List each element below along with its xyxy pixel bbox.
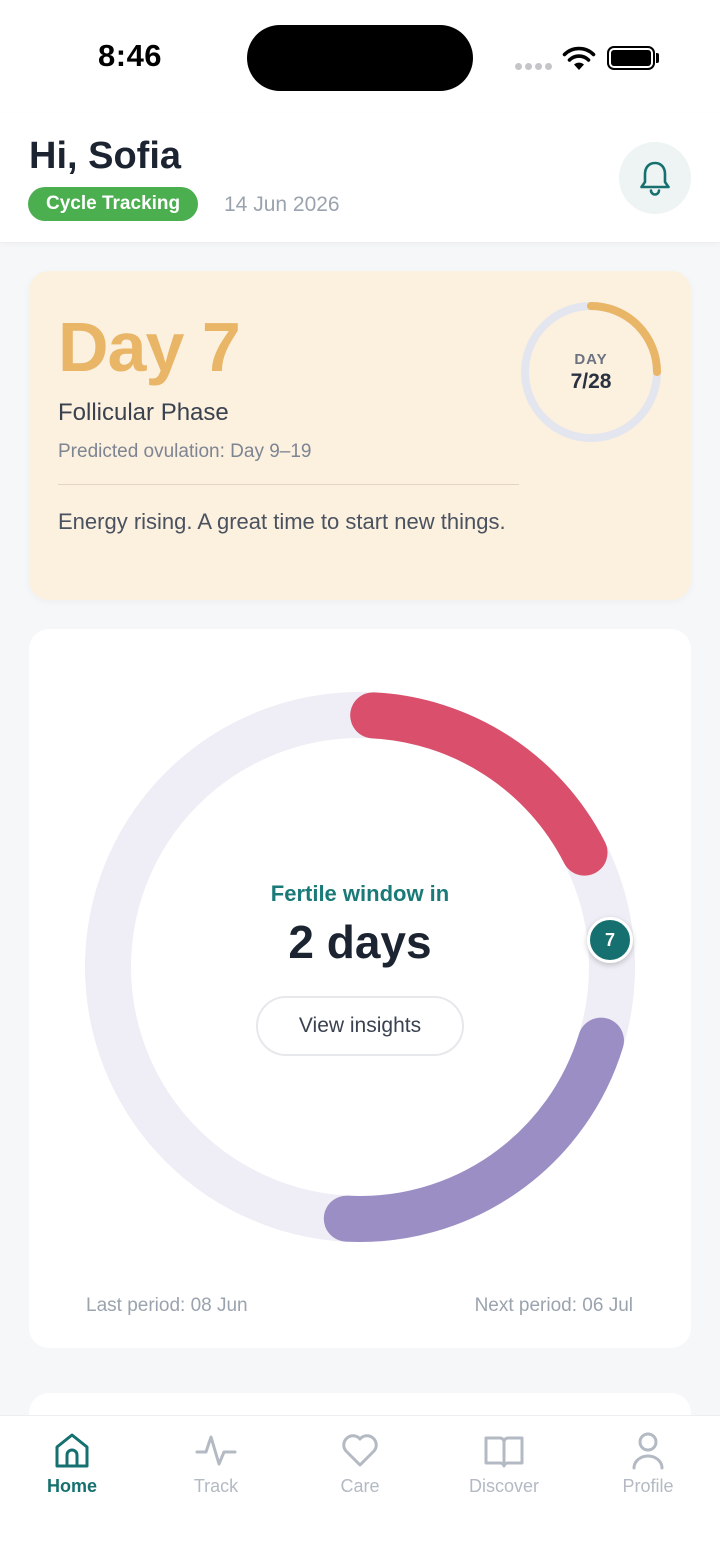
wifi-icon — [562, 46, 596, 70]
tab-track[interactable]: Track — [161, 1428, 271, 1497]
book-icon — [484, 1436, 524, 1468]
cycle-day-title: Day 7 — [58, 308, 241, 386]
status-time: 8:46 — [98, 38, 163, 73]
person-icon — [632, 1432, 664, 1470]
tab-home-label: Home — [46, 1476, 97, 1496]
notifications-button[interactable] — [619, 142, 691, 214]
last-period-date: Last period: 08 Jun — [86, 1295, 248, 1316]
heart-icon — [342, 1434, 378, 1467]
tab-care-label: Care — [340, 1476, 380, 1496]
cycle-phase: Follicular Phase — [58, 399, 229, 426]
tab-home[interactable]: Home — [17, 1428, 127, 1497]
view-insights-button[interactable]: View insights — [256, 996, 464, 1056]
tab-discover-label: Discover — [468, 1476, 539, 1496]
tab-discover[interactable]: Discover — [449, 1428, 559, 1497]
battery-cap — [656, 53, 659, 63]
ovulation-prediction: Predicted ovulation: Day 9–19 — [58, 441, 312, 462]
next-period-date: Next period: 06 Jul — [474, 1295, 633, 1316]
tab-track-label: Track — [193, 1476, 239, 1496]
cycle-summary-card[interactable]: Day 7 Follicular Phase Predicted ovulati… — [29, 271, 691, 600]
bottom-tab-bar: Home Track Care Discover Profile — [0, 1415, 720, 1565]
cycle-wheel — [85, 692, 635, 1242]
app-header: Hi, Sofia Cycle Tracking 14 Jun 2026 — [0, 115, 720, 243]
fertile-window-label: Fertile window in — [270, 881, 450, 906]
card-divider — [58, 484, 519, 485]
bell-icon — [640, 161, 670, 196]
current-day-marker[interactable]: 7 — [587, 917, 633, 963]
energy-message: Energy rising. A great time to start new… — [58, 509, 506, 534]
fertile-window-arc — [323, 1017, 624, 1242]
status-bar: 8:46 — [0, 0, 720, 115]
cycle-tracking-badge: Cycle Tracking — [28, 187, 199, 221]
tab-care[interactable]: Care — [305, 1428, 415, 1497]
battery-icon — [607, 46, 655, 70]
ring-value: 7/28 — [570, 370, 612, 393]
greeting-title: Hi, Sofia — [29, 135, 182, 177]
cellular-signal-icon — [515, 63, 552, 70]
tab-profile-label: Profile — [622, 1476, 674, 1496]
period-arc — [350, 692, 608, 876]
ring-label: DAY — [574, 351, 608, 368]
tab-profile[interactable]: Profile — [593, 1428, 703, 1497]
pulse-icon — [195, 1435, 237, 1466]
cycle-wheel-card: Fertile window in 2 days View insights 7… — [29, 629, 691, 1348]
header-date: 14 Jun 2026 — [224, 193, 340, 216]
home-icon — [55, 1433, 89, 1468]
dynamic-island — [247, 25, 473, 91]
